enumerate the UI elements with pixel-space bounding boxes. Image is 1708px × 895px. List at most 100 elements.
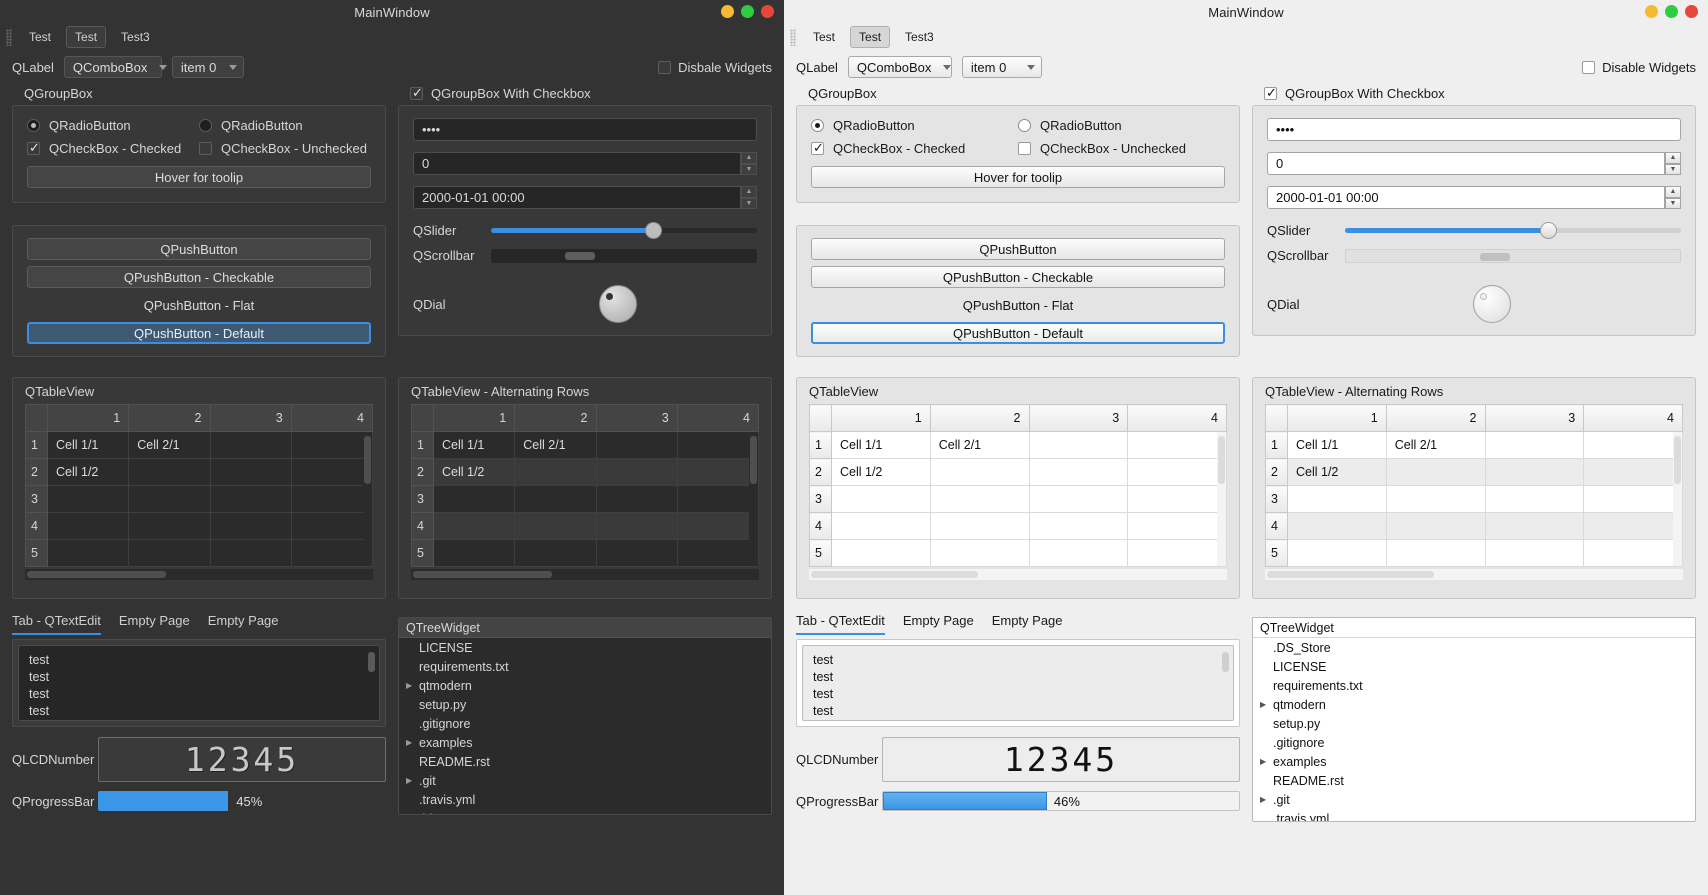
textedit[interactable]: test test test test test xyxy=(18,645,380,721)
row-header[interactable]: 1 xyxy=(809,431,832,459)
table-row[interactable]: 1 Cell 1/1 Cell 2/1 xyxy=(25,431,374,459)
cell[interactable] xyxy=(1583,458,1683,486)
col-header-2[interactable]: 2 xyxy=(929,404,1030,432)
table-vscrollbar[interactable] xyxy=(1673,432,1682,566)
spin-down-icon[interactable]: ▼ xyxy=(741,197,757,209)
cell[interactable] xyxy=(514,458,597,486)
close-button[interactable] xyxy=(761,5,774,18)
row-header[interactable]: 3 xyxy=(25,485,48,513)
col-header-3[interactable]: 3 xyxy=(1028,404,1129,432)
push-button-default[interactable]: QPushButton - Default xyxy=(811,322,1225,344)
toolbar-item-test2[interactable]: Test xyxy=(850,26,891,48)
minimize-button[interactable] xyxy=(1645,5,1658,18)
password-field[interactable]: •••• xyxy=(413,118,757,141)
table-row[interactable]: 3 xyxy=(25,485,374,513)
slider[interactable] xyxy=(491,222,757,239)
cell[interactable] xyxy=(676,431,760,459)
col-header-1[interactable]: 1 xyxy=(432,404,516,432)
row-header[interactable]: 4 xyxy=(25,512,48,540)
vscroll-thumb[interactable] xyxy=(1674,436,1681,484)
tree-item[interactable]: ▶LICENSE xyxy=(399,638,771,657)
cell[interactable] xyxy=(290,539,374,567)
table-vscrollbar[interactable] xyxy=(1217,432,1226,566)
col-header-4[interactable]: 4 xyxy=(290,404,374,432)
tree-header[interactable]: QTreeWidget xyxy=(1253,618,1695,638)
table-row[interactable]: 2 Cell 1/2 xyxy=(25,458,374,486)
table-row[interactable]: 4 xyxy=(1265,512,1683,540)
col-header-4[interactable]: 4 xyxy=(1583,404,1683,432)
tree-header[interactable]: QTreeWidget xyxy=(399,618,771,638)
cell[interactable] xyxy=(1484,512,1585,540)
row-header[interactable]: 1 xyxy=(411,431,434,459)
tree-item[interactable]: ▶.gitignore xyxy=(399,714,771,733)
cell[interactable] xyxy=(128,539,211,567)
textedit-scrollbar[interactable] xyxy=(1222,652,1229,672)
toolbar-grip-icon[interactable] xyxy=(790,28,796,46)
cell[interactable] xyxy=(128,512,211,540)
cell[interactable] xyxy=(1583,485,1683,513)
cell[interactable] xyxy=(595,485,678,513)
cell[interactable]: Cell 1/1 xyxy=(432,431,516,459)
cell[interactable] xyxy=(128,485,211,513)
col-header-1[interactable]: 1 xyxy=(46,404,130,432)
datetime-value[interactable]: 2000-01-01 00:00 xyxy=(1267,186,1665,209)
combobox-2[interactable]: item 0 xyxy=(171,56,244,78)
cell[interactable]: Cell 2/1 xyxy=(514,431,597,459)
datetime-buttons[interactable]: ▲ ▼ xyxy=(1665,186,1681,209)
col-header-3[interactable]: 3 xyxy=(595,404,678,432)
spinbox[interactable]: 0 ▲ ▼ xyxy=(413,152,757,175)
table-plain[interactable]: 1 2 3 4 1 Cell 1/1 Cell 2/1 2 Cell 1/2 3… xyxy=(25,404,374,567)
tree-item[interactable]: ▶setup.py xyxy=(399,695,771,714)
textedit-scrollbar[interactable] xyxy=(368,652,375,672)
table-hscrollbar[interactable] xyxy=(411,569,759,580)
corner-header[interactable] xyxy=(411,404,434,432)
tab-empty-1[interactable]: Empty Page xyxy=(903,613,974,635)
table-row[interactable]: 2 Cell 1/2 xyxy=(1265,458,1683,486)
col-header-2[interactable]: 2 xyxy=(1385,404,1486,432)
cell[interactable] xyxy=(929,512,1030,540)
dial[interactable] xyxy=(1473,285,1511,323)
maximize-button[interactable] xyxy=(741,5,754,18)
scrollbar[interactable] xyxy=(1345,248,1681,263)
disable-widgets-checkbox[interactable]: Disable Widgets xyxy=(1582,60,1696,75)
vscroll-thumb[interactable] xyxy=(364,436,371,484)
table-row[interactable]: 3 xyxy=(1265,485,1683,513)
chevron-right-icon[interactable]: ▶ xyxy=(406,776,419,785)
cell[interactable] xyxy=(46,485,130,513)
cell[interactable]: Cell 1/1 xyxy=(46,431,130,459)
cell[interactable] xyxy=(1127,458,1227,486)
tree-item[interactable]: ▶setup.py xyxy=(1253,714,1695,733)
chevron-right-icon[interactable]: ▶ xyxy=(1260,795,1273,804)
push-button[interactable]: QPushButton xyxy=(811,238,1225,260)
cell[interactable] xyxy=(595,539,678,567)
slider[interactable] xyxy=(1345,222,1681,239)
corner-header[interactable] xyxy=(25,404,48,432)
cell[interactable] xyxy=(595,512,678,540)
hscroll-thumb[interactable] xyxy=(27,571,167,578)
row-header[interactable]: 4 xyxy=(809,512,832,540)
push-button-flat[interactable]: QPushButton - Flat xyxy=(27,294,371,316)
radio-checked[interactable]: QRadioButton xyxy=(27,118,199,133)
table-vscrollbar[interactable] xyxy=(749,432,758,566)
col-header-4[interactable]: 4 xyxy=(676,404,760,432)
cell[interactable] xyxy=(290,458,374,486)
cell[interactable]: Cell 2/1 xyxy=(929,431,1030,459)
cell[interactable] xyxy=(1484,431,1585,459)
tree-item[interactable]: ▶README.rst xyxy=(1253,771,1695,790)
tooltip-button[interactable]: Hover for toolip xyxy=(811,166,1225,188)
toolbar-grip-icon[interactable] xyxy=(6,28,12,46)
groupbox-checkbox-icon[interactable] xyxy=(1264,85,1277,101)
cell[interactable]: Cell 1/2 xyxy=(46,458,130,486)
cell[interactable] xyxy=(1028,485,1129,513)
spinbox[interactable]: 0 ▲ ▼ xyxy=(1267,152,1681,175)
toolbar-item-test1[interactable]: Test xyxy=(20,26,60,48)
tree-item[interactable]: ▶ qtmodern xyxy=(399,676,771,695)
cell[interactable] xyxy=(676,539,760,567)
cell[interactable] xyxy=(1484,539,1585,567)
tree-item[interactable]: ▶.travis.yml xyxy=(1253,809,1695,822)
table-row[interactable]: 4 xyxy=(411,512,760,540)
chevron-right-icon[interactable]: ▶ xyxy=(406,814,419,815)
table-vscrollbar[interactable] xyxy=(363,432,372,566)
push-button-checkable[interactable]: QPushButton - Checkable xyxy=(811,266,1225,288)
cell[interactable] xyxy=(1484,485,1585,513)
